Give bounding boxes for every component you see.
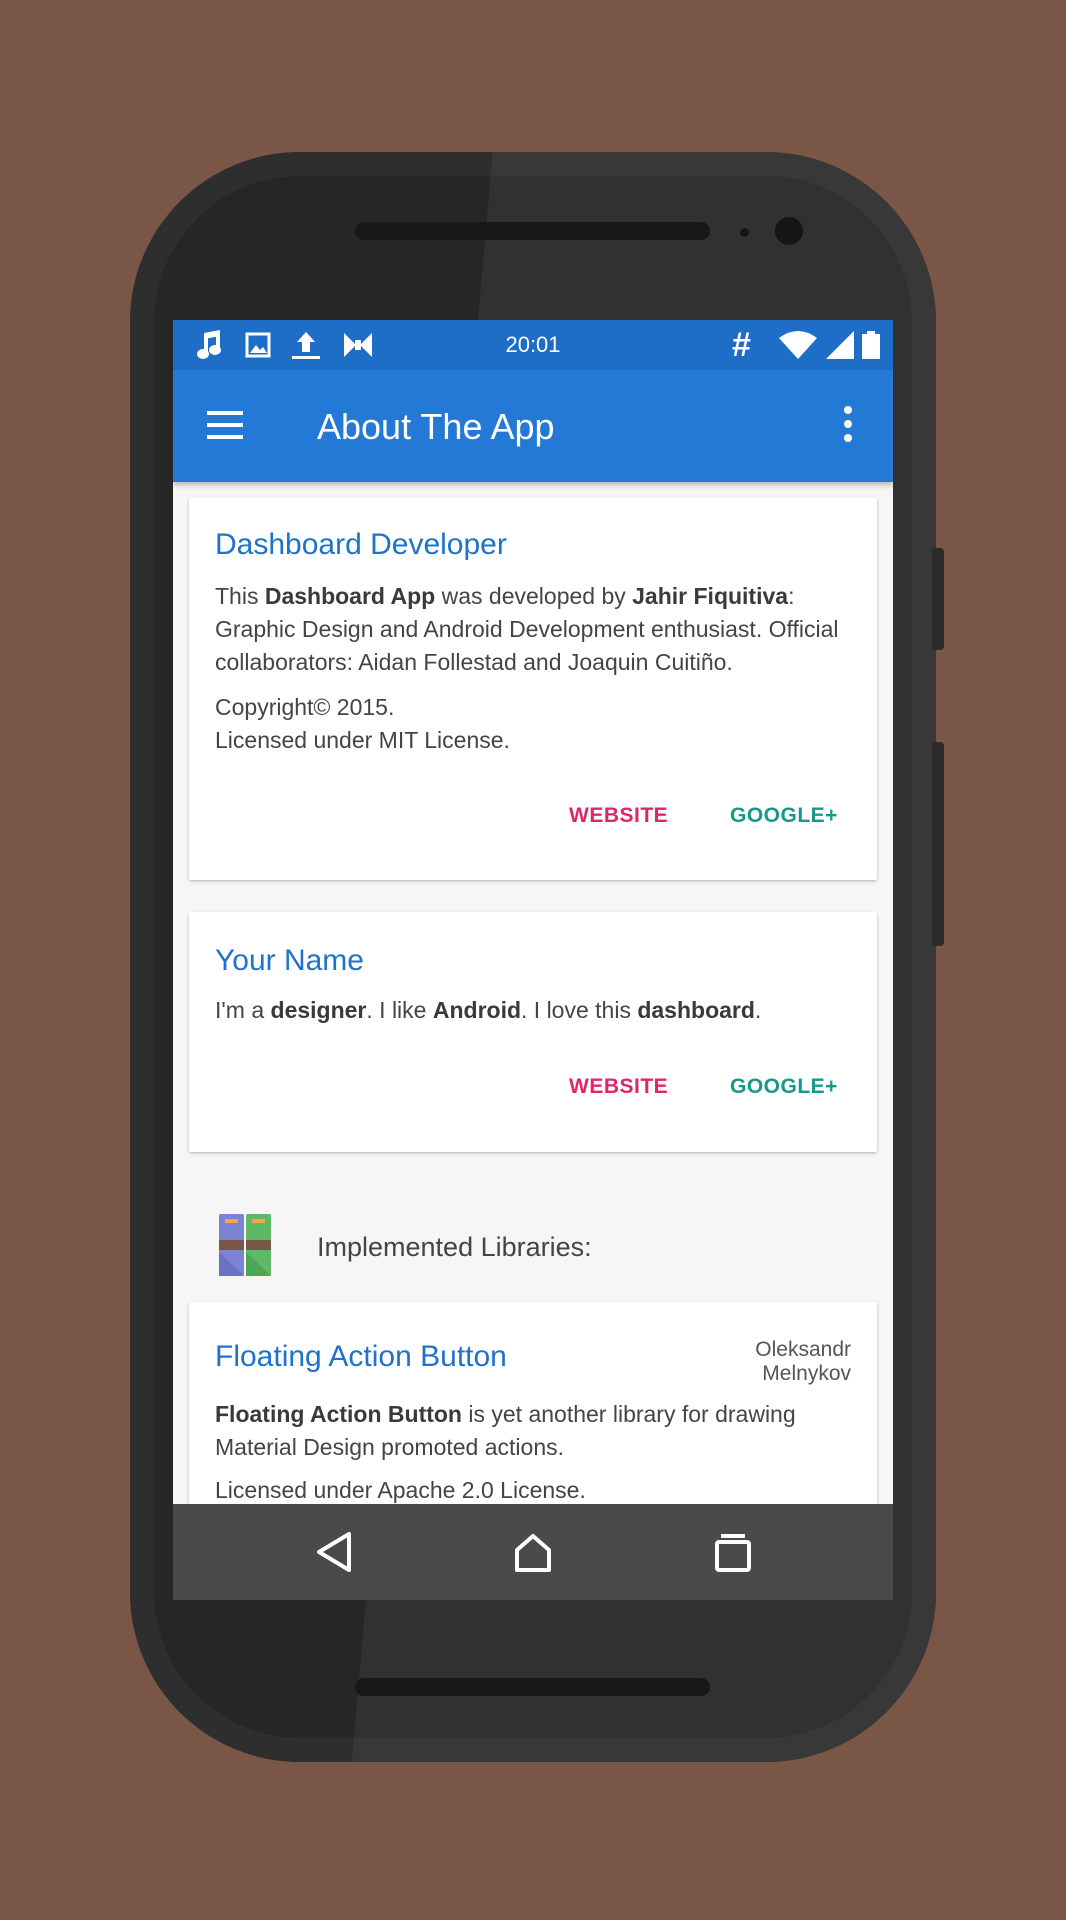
- developer-card: Dashboard Developer This Dashboard App w…: [189, 498, 877, 880]
- card-title: Your Name: [215, 944, 364, 977]
- front-camera: [775, 217, 803, 245]
- more-vert-icon[interactable]: [833, 400, 863, 450]
- content-scroll[interactable]: Dashboard Developer This Dashboard App w…: [173, 482, 893, 1504]
- screen: 20:01 # About The App Dashboard Develope…: [173, 320, 893, 1600]
- home-icon[interactable]: [509, 1528, 557, 1576]
- card-description: This Dashboard App was developed by Jahi…: [215, 583, 839, 675]
- libraries-label: Implemented Libraries:: [317, 1232, 592, 1262]
- your-name-card: Your Name I'm a designer. I like Android…: [189, 912, 877, 1152]
- card-copyright: Copyright© 2015. Licensed under MIT Lice…: [215, 691, 855, 757]
- library-card: Floating Action Button Oleksandr Melnyko…: [189, 1302, 877, 1504]
- license-line: Licensed under MIT License.: [215, 727, 510, 753]
- status-bar: 20:01 #: [173, 320, 893, 370]
- earpiece-speaker: [355, 222, 710, 240]
- navigation-bar: [173, 1504, 893, 1600]
- website-button[interactable]: WEBSITE: [569, 804, 668, 828]
- hash-icon: #: [731, 325, 751, 364]
- google-plus-button[interactable]: GOOGLE+: [730, 1075, 838, 1099]
- books-icon: [217, 1212, 273, 1278]
- app-bar: About The App: [173, 370, 893, 482]
- card-description: I'm a designer. I like Android. I love t…: [215, 997, 762, 1023]
- volume-button: [932, 742, 944, 946]
- back-icon[interactable]: [311, 1528, 359, 1576]
- recents-icon[interactable]: [709, 1528, 757, 1576]
- card-title: Dashboard Developer: [215, 528, 507, 561]
- author-first-name: Oleksandr: [755, 1338, 851, 1361]
- bottom-speaker: [355, 1678, 710, 1696]
- library-description: Floating Action Button is yet another li…: [215, 1401, 796, 1460]
- author-last-name: Melnykov: [762, 1362, 851, 1385]
- library-author: Oleksandr Melnykov: [755, 1338, 851, 1386]
- battery-icon: [859, 328, 883, 362]
- signal-icon: [823, 328, 857, 362]
- power-button: [932, 548, 944, 650]
- page-title: About The App: [317, 406, 555, 447]
- google-plus-button[interactable]: GOOGLE+: [730, 804, 838, 828]
- library-title: Floating Action Button: [215, 1340, 507, 1373]
- proximity-sensor: [740, 228, 749, 237]
- library-license: Licensed under Apache 2.0 License.: [215, 1477, 586, 1503]
- wifi-icon: [777, 328, 819, 362]
- menu-icon[interactable]: [203, 404, 247, 448]
- copyright-line: Copyright© 2015.: [215, 694, 395, 720]
- libraries-header: Implemented Libraries:: [173, 1182, 893, 1282]
- website-button[interactable]: WEBSITE: [569, 1075, 668, 1099]
